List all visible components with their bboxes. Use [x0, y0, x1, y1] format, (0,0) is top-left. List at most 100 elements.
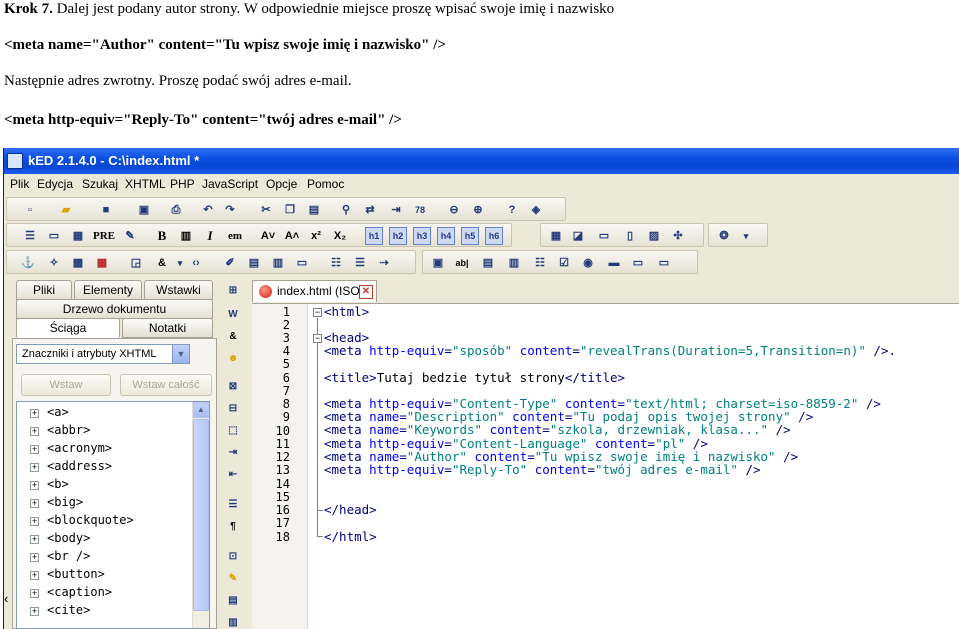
goto-line-icon[interactable]: ⇥ [387, 201, 405, 219]
expand-icon[interactable]: + [30, 481, 39, 490]
fold-html-icon[interactable]: − [313, 308, 322, 317]
zoom-out-icon[interactable]: ⊖ [445, 201, 463, 219]
expand-icon[interactable]: + [30, 571, 39, 580]
table-wizard-icon[interactable]: ▦ [547, 227, 565, 245]
replace-icon[interactable]: ⇄ [361, 201, 379, 219]
tag-set-dropdown[interactable]: Znaczniki i atrybuty XHTML ▼ [16, 344, 190, 364]
indent-icon[interactable]: ⇥ [224, 444, 242, 462]
italic-button[interactable]: I [201, 227, 219, 245]
form-insert-icon[interactable]: ▣ [429, 254, 447, 272]
tree-scrollbar[interactable]: ▲ [192, 402, 209, 628]
grid-table-icon[interactable]: ▦ [93, 254, 111, 272]
image-icon[interactable]: ▨ [645, 227, 663, 245]
new-file-icon[interactable]: ▫ [21, 201, 39, 219]
list-item-icon[interactable]: ⇢ [375, 254, 393, 272]
paragraph-icon[interactable]: ☰ [21, 227, 39, 245]
listbox-icon[interactable]: ☷ [531, 254, 549, 272]
pre-button[interactable]: PRE [93, 227, 115, 245]
expand-icon[interactable]: + [30, 409, 39, 418]
table-row-icon[interactable]: ▥ [269, 254, 287, 272]
bold-button[interactable]: B [153, 227, 171, 245]
font-smaller-icon[interactable]: A˅ [259, 227, 277, 245]
form-icon[interactable]: ◪ [569, 227, 587, 245]
paste-icon[interactable]: ▤ [305, 201, 323, 219]
save-icon[interactable]: ■ [97, 201, 115, 219]
tab-pliki[interactable]: Pliki [16, 280, 72, 300]
radio-button-icon[interactable]: ◉ [579, 254, 597, 272]
tab-index-html[interactable]: index.html (ISO) ✕ [252, 280, 377, 302]
expand-icon[interactable]: + [30, 517, 39, 526]
redo-icon[interactable]: ↷ [221, 201, 239, 219]
outdent-icon[interactable]: ⇤ [224, 466, 242, 484]
remove-tags-icon[interactable]: ⊟ [224, 400, 242, 418]
textarea-icon[interactable]: ▤ [479, 254, 497, 272]
menu-javascript[interactable]: JavaScript [202, 177, 258, 191]
text-field-icon[interactable]: ab| [453, 254, 471, 272]
heading-5-button[interactable]: h5 [461, 227, 479, 245]
menu-szukaj[interactable]: Szukaj [82, 177, 118, 191]
emoticon-icon[interactable]: ☻ [224, 350, 242, 368]
close-icon[interactable]: ✕ [359, 285, 373, 299]
table-icon[interactable]: ▤ [245, 254, 263, 272]
ampersand-icon[interactable]: & [224, 328, 242, 346]
structure-icon[interactable]: ⊞ [224, 282, 242, 300]
insert-all-button[interactable]: Wstaw całość [120, 374, 212, 396]
select-list-icon[interactable]: ▥ [505, 254, 523, 272]
print-icon[interactable]: ⎙ [167, 201, 185, 219]
expand-icon[interactable]: + [30, 589, 39, 598]
insert-button[interactable]: Wstaw [21, 374, 111, 396]
copy-icon[interactable]: ❐ [281, 201, 299, 219]
entity-icon[interactable]: & [153, 254, 171, 272]
tab-drzewo-dokumentu[interactable]: Drzewo dokumentu [16, 299, 213, 319]
insert-block-icon[interactable]: ⊡ [224, 548, 242, 566]
strong-icon[interactable]: ▥ [177, 227, 195, 245]
color-picker-icon[interactable]: ❂ [715, 227, 733, 245]
zoom-in-icon[interactable]: ⊕ [469, 201, 487, 219]
picture-icon[interactable]: ▩ [69, 254, 87, 272]
scroll-up-icon[interactable]: ▲ [193, 402, 209, 418]
submit-icon[interactable]: ▭ [629, 254, 647, 272]
table-cell-icon[interactable]: ▭ [293, 254, 311, 272]
heading-2-button[interactable]: h2 [389, 227, 407, 245]
open-folder-icon[interactable]: ▰ [57, 201, 75, 219]
checkbox-icon[interactable]: ☑ [555, 254, 573, 272]
pilcrow-icon[interactable]: ¶ [224, 518, 242, 536]
heading-6-button[interactable]: h6 [485, 227, 503, 245]
help-icon[interactable]: ? [503, 201, 521, 219]
find-icon[interactable]: ⚲ [337, 201, 355, 219]
div-icon[interactable]: ▭ [45, 227, 63, 245]
superscript-icon[interactable]: x² [307, 227, 325, 245]
chevron-down-icon[interactable]: ▾ [737, 227, 755, 245]
wrap-icon[interactable]: ☰ [224, 496, 242, 514]
tab-sciaga[interactable]: Ściąga [16, 318, 120, 338]
w3c-icon[interactable]: W [224, 306, 242, 324]
snippet-icon[interactable]: ✎ [224, 570, 242, 588]
list-unordered-icon[interactable]: ☰ [351, 254, 369, 272]
expand-icon[interactable]: + [30, 535, 39, 544]
menu-pomoc[interactable]: Pomoc [307, 177, 344, 191]
tools-icon[interactable]: ✣ [669, 227, 687, 245]
preview-icon[interactable]: ◈ [527, 201, 545, 219]
title-bar[interactable]: kED 2.1.4.0 - C:\index.html * [4, 148, 959, 174]
expand-icon[interactable]: + [30, 463, 39, 472]
expand-icon[interactable]: + [30, 499, 39, 508]
scroll-thumb[interactable] [193, 419, 209, 611]
menu-php[interactable]: PHP [170, 177, 195, 191]
save-all-icon[interactable]: ▣ [135, 201, 153, 219]
menu-plik[interactable]: Plik [10, 177, 29, 191]
tab-elementy[interactable]: Elementy [74, 280, 142, 300]
span-icon[interactable]: ▦ [69, 227, 87, 245]
menu-edycja[interactable]: Edycja [37, 177, 73, 191]
expand-icon[interactable]: + [30, 445, 39, 454]
layer-icon[interactable]: ▯ [621, 227, 639, 245]
template-icon[interactable]: ▤ [224, 592, 242, 610]
extra-icon[interactable]: ▥ [224, 614, 242, 629]
anchor-icon[interactable]: ⚓ [19, 254, 37, 272]
expand-icon[interactable]: + [30, 607, 39, 616]
menu-opcje[interactable]: Opcje [266, 177, 297, 191]
heading-4-button[interactable]: h4 [437, 227, 455, 245]
expand-icon[interactable]: + [30, 553, 39, 562]
em-button[interactable]: em [223, 227, 247, 245]
fold-head-icon[interactable]: − [313, 334, 322, 343]
close-tag-icon[interactable]: ⊠ [224, 378, 242, 396]
